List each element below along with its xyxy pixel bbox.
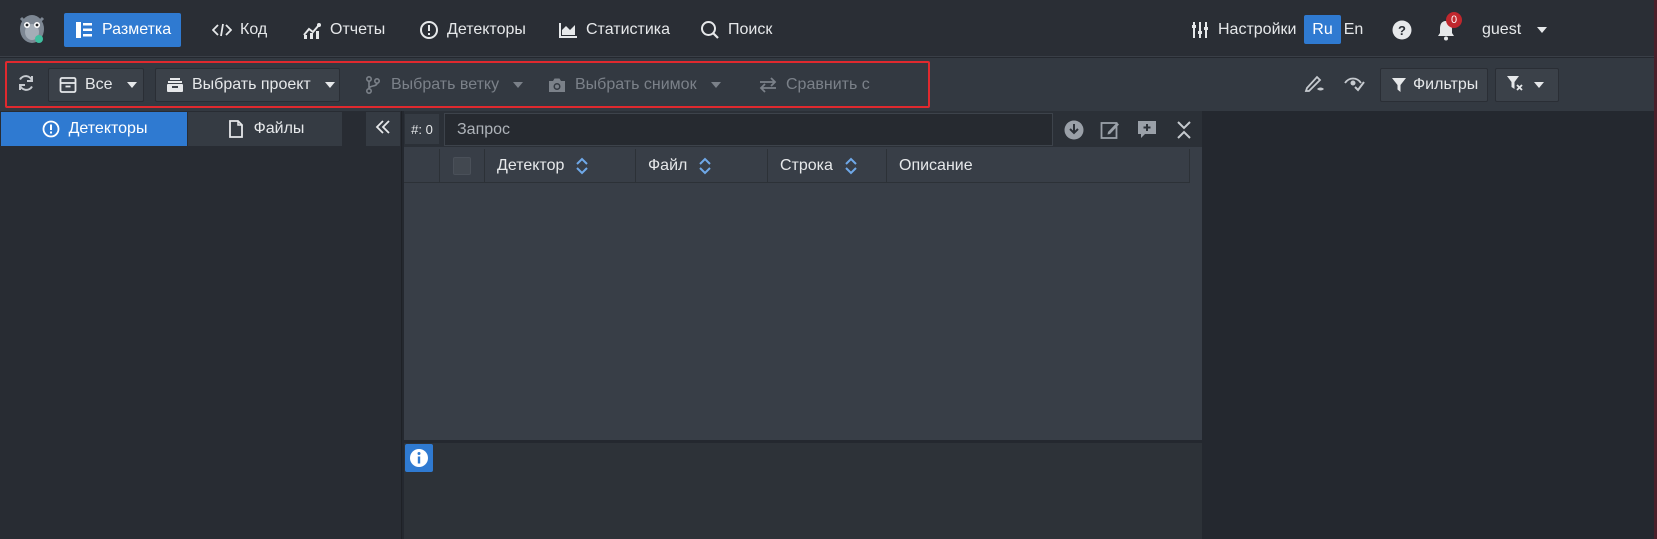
column-label: Файл — [648, 156, 688, 174]
chevron-down-icon — [710, 82, 721, 88]
collapse-panel-button[interactable] — [366, 112, 400, 146]
column-header-detector[interactable]: Детектор — [485, 149, 636, 183]
user-name: guest — [1482, 21, 1522, 38]
sort-icon — [845, 157, 857, 175]
refresh-icon — [16, 73, 36, 98]
filters-button[interactable]: Фильтры — [1380, 68, 1488, 102]
nav-item-label: Поиск — [728, 21, 773, 38]
project-dropdown[interactable]: Выбрать проект — [155, 68, 340, 102]
query-input[interactable] — [444, 113, 1053, 146]
sort-icon — [699, 157, 712, 175]
pen-eye-icon — [1303, 72, 1325, 99]
nav-item-label: Разметка — [102, 21, 172, 38]
nav-item-markup[interactable]: Разметка — [64, 13, 182, 47]
edit-query-button[interactable] — [1097, 117, 1123, 143]
layout-icon — [74, 20, 94, 40]
collapse-results-button[interactable] — [1171, 117, 1197, 143]
nav-item-search[interactable]: Поиск — [690, 13, 782, 47]
refresh-button[interactable] — [10, 68, 42, 102]
edit-icon — [1100, 122, 1119, 139]
nav-item-code[interactable]: Код — [202, 13, 277, 47]
branch-label: Выбрать ветку — [391, 76, 500, 93]
help-icon[interactable]: ? — [1391, 19, 1413, 41]
table-header: Детектор Файл Строка Описание — [404, 149, 1190, 183]
snapshot-label: Выбрать снимок — [575, 76, 697, 93]
branch-dropdown[interactable]: Выбрать ветку — [353, 68, 533, 102]
user-menu[interactable]: guest — [1472, 13, 1557, 47]
svg-text:?: ? — [1398, 23, 1406, 38]
tab-label: Детекторы — [68, 120, 148, 137]
nav-item-label: Детекторы — [447, 21, 526, 38]
nav-item-detectors[interactable]: Детекторы — [409, 13, 536, 47]
git-branch-icon — [363, 75, 383, 95]
sliders-icon — [1190, 20, 1210, 40]
search-icon — [700, 20, 720, 40]
compare-label: Сравнить с — [786, 76, 870, 93]
row-gutter-header — [404, 149, 440, 183]
tab-detectors[interactable]: Детекторы — [1, 112, 187, 146]
settings-label: Настройки — [1218, 21, 1297, 38]
info-icon — [410, 449, 428, 467]
markup-edit-button[interactable] — [1294, 68, 1334, 102]
info-button[interactable] — [405, 444, 433, 472]
code-icon — [212, 20, 232, 40]
column-label: Детектор — [497, 156, 565, 174]
double-chevron-left-icon — [375, 119, 391, 139]
chevron-down-icon — [1537, 27, 1548, 33]
settings-button[interactable]: Настройки — [1180, 13, 1306, 47]
nav-item-statistics[interactable]: Статистика — [548, 13, 680, 47]
filters-label: Фильтры — [1413, 76, 1479, 93]
eye-check-icon — [1343, 73, 1365, 98]
column-label: Строка — [780, 156, 833, 174]
tab-files[interactable]: Файлы — [188, 112, 342, 146]
file-icon — [226, 119, 246, 139]
chevron-down-icon — [513, 82, 524, 88]
add-comment-button[interactable] — [1134, 117, 1160, 143]
project-label: Выбрать проект — [192, 76, 311, 93]
notification-count-badge: 0 — [1446, 12, 1462, 28]
select-all-cell — [440, 149, 485, 183]
column-header-line[interactable]: Строка — [768, 149, 887, 183]
chevron-down-icon — [1534, 82, 1544, 88]
column-header-file[interactable]: Файл — [636, 149, 768, 183]
chevron-down-icon — [324, 82, 335, 88]
clear-filters-dropdown[interactable] — [1495, 68, 1559, 102]
compare-button[interactable]: Сравнить с — [748, 68, 880, 102]
snapshot-dropdown[interactable]: Выбрать снимок — [537, 68, 731, 102]
results-table — [404, 147, 1202, 440]
sort-icon — [576, 157, 589, 175]
filter-clear-icon — [1506, 75, 1524, 96]
lang-en-button[interactable]: En — [1335, 15, 1372, 44]
result-count: #: 0 — [405, 114, 439, 144]
download-button[interactable] — [1061, 117, 1087, 143]
nav-item-label: Статистика — [586, 21, 671, 38]
archive-icon — [59, 75, 77, 95]
camera-icon — [547, 75, 567, 95]
notifications-bell[interactable]: 0 — [1436, 12, 1462, 41]
alert-circle-icon — [419, 20, 439, 40]
left-panel — [0, 111, 402, 539]
select-all-checkbox[interactable] — [453, 156, 471, 175]
chart-line-icon — [302, 20, 322, 40]
scope-label: Все — [85, 76, 113, 93]
alert-circle-icon — [41, 119, 61, 139]
project-box-icon — [166, 75, 184, 95]
exchange-icon — [758, 75, 778, 95]
nav-item-label: Отчеты — [330, 21, 386, 38]
download-icon — [1064, 120, 1084, 140]
chevron-down-icon — [126, 82, 137, 88]
nav-item-reports[interactable]: Отчеты — [292, 13, 395, 47]
compress-icon — [1177, 121, 1191, 139]
filter-icon — [1391, 75, 1407, 95]
nav-item-label: Код — [240, 21, 268, 38]
tab-label: Файлы — [253, 120, 305, 137]
comment-plus-icon — [1138, 121, 1156, 138]
area-chart-icon — [558, 20, 578, 40]
scope-dropdown[interactable]: Все — [48, 68, 144, 102]
column-label: Описание — [899, 156, 973, 174]
visibility-toggle-button[interactable] — [1334, 68, 1374, 102]
column-header-description[interactable]: Описание — [887, 149, 1190, 183]
details-panel — [404, 443, 1202, 539]
app-logo[interactable] — [15, 12, 49, 46]
